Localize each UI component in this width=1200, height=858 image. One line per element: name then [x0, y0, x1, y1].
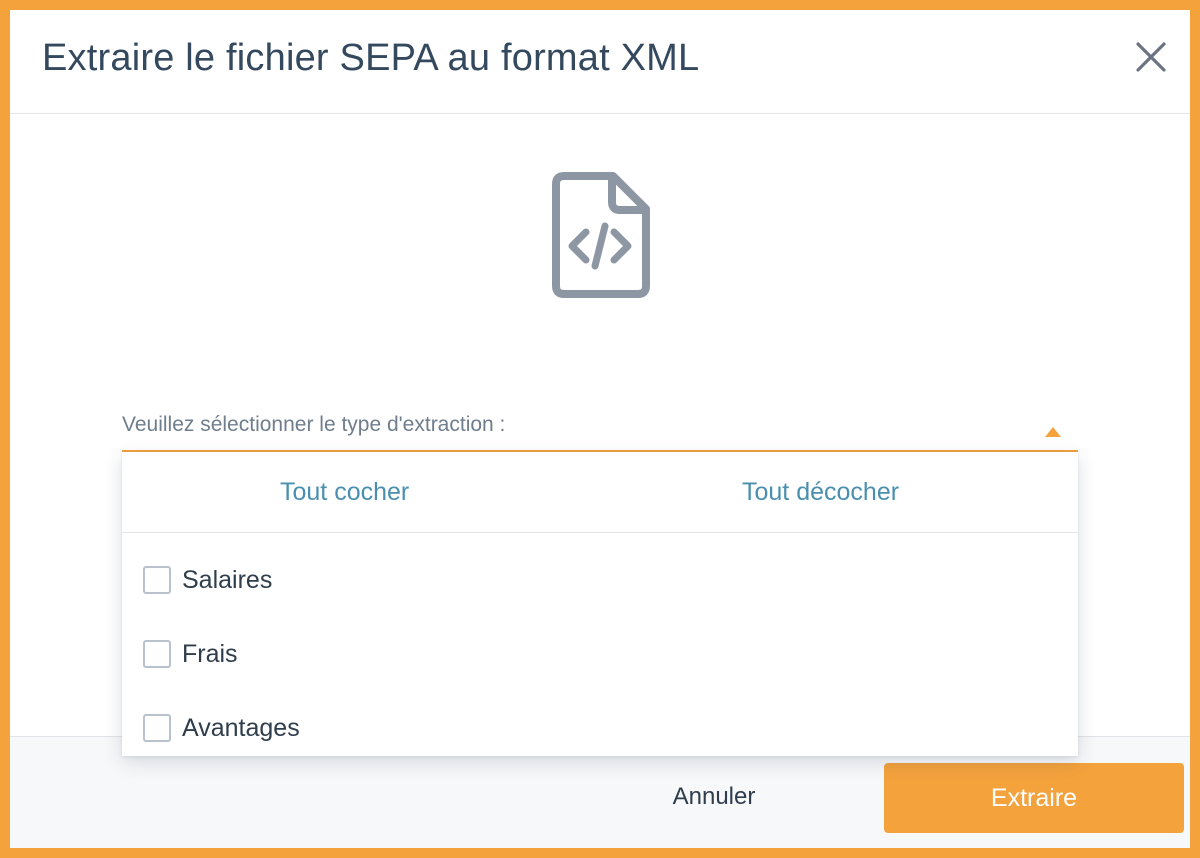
modal-title: Extraire le fichier SEPA au format XML: [42, 37, 700, 79]
cancel-button[interactable]: Annuler: [650, 775, 778, 819]
uncheck-all-link[interactable]: Tout décocher: [742, 478, 899, 507]
option-salaires[interactable]: Salaires: [122, 543, 1078, 617]
checkbox[interactable]: [143, 714, 171, 742]
close-icon[interactable]: [1128, 34, 1174, 80]
option-label: Frais: [182, 640, 238, 668]
dropdown-actions: Tout cocher Tout décocher: [122, 452, 1078, 533]
checkbox[interactable]: [143, 566, 171, 594]
checkbox[interactable]: [143, 640, 171, 668]
extraction-type-dropdown: Tout cocher Tout décocher Salaires Frais…: [122, 452, 1078, 756]
sepa-export-modal: Extraire le fichier SEPA au format XML V…: [10, 10, 1190, 848]
xml-file-icon: [550, 170, 650, 300]
caret-up-icon[interactable]: [1045, 424, 1061, 437]
extract-button[interactable]: Extraire: [884, 763, 1184, 833]
option-frais[interactable]: Frais: [122, 617, 1078, 691]
extraction-type-label: Veuillez sélectionner le type d'extracti…: [122, 413, 506, 436]
option-label: Salaires: [182, 566, 273, 594]
check-all-link[interactable]: Tout cocher: [280, 478, 409, 507]
option-label: Avantages: [182, 714, 300, 742]
modal-header: Extraire le fichier SEPA au format XML: [10, 10, 1190, 114]
option-avantages[interactable]: Avantages: [122, 691, 1078, 765]
